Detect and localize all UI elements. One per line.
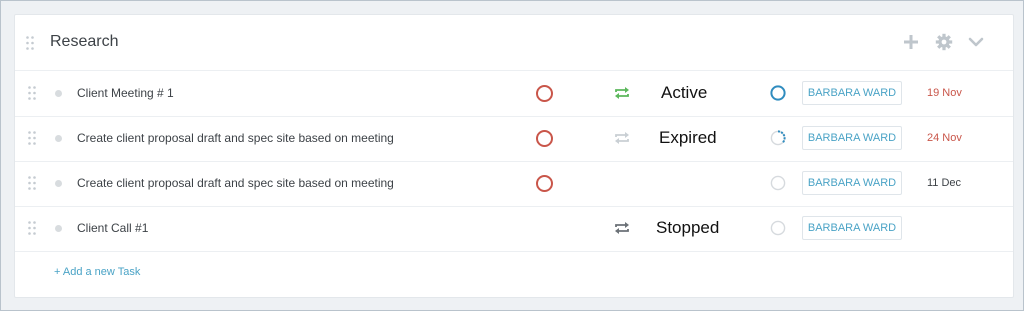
repeat-active-icon[interactable] — [613, 86, 631, 100]
task-status: Active — [661, 83, 708, 102]
assignee-badge[interactable]: BARBARA WARD — [802, 171, 902, 195]
plus-icon[interactable] — [902, 33, 920, 51]
priority-circle-icon[interactable] — [536, 130, 553, 147]
list-header: Research — [15, 15, 1013, 71]
task-name[interactable]: Create client proposal draft and spec si… — [77, 176, 394, 190]
task-row[interactable]: Client Meeting # 1 Active BARBARA WARD 1… — [15, 71, 1013, 117]
task-list-panel: Research Client Meeting # 1 Active BARBA… — [14, 14, 1014, 298]
drag-handle-icon[interactable] — [28, 176, 36, 190]
due-date[interactable]: 11 Dec — [927, 177, 961, 189]
assignee-badge[interactable]: BARBARA WARD — [802, 81, 902, 105]
task-bullet — [55, 90, 62, 97]
window-frame: Research Client Meeting # 1 Active BARBA… — [0, 0, 1024, 311]
due-date[interactable]: 19 Nov — [927, 87, 962, 99]
task-name[interactable]: Client Call #1 — [77, 221, 148, 235]
progress-empty-icon[interactable] — [769, 219, 787, 237]
task-status: Expired — [659, 128, 717, 147]
progress-ring-icon[interactable] — [769, 84, 787, 102]
repeat-inactive-icon[interactable] — [613, 131, 631, 145]
assignee-badge[interactable]: BARBARA WARD — [802, 126, 902, 150]
task-name[interactable]: Client Meeting # 1 — [77, 86, 174, 100]
due-date[interactable]: 24 Nov — [927, 132, 962, 144]
chevron-down-icon[interactable] — [967, 33, 985, 51]
task-row[interactable]: Client Call #1 Stopped BARBARA WARD — [15, 206, 1013, 252]
task-bullet — [55, 225, 62, 232]
progress-empty-icon[interactable] — [769, 174, 787, 192]
task-row[interactable]: Create client proposal draft and spec si… — [15, 116, 1013, 162]
priority-circle-icon[interactable] — [536, 85, 553, 102]
task-row[interactable]: Create client proposal draft and spec si… — [15, 161, 1013, 207]
drag-handle-icon[interactable] — [28, 131, 36, 145]
priority-circle-icon[interactable] — [536, 175, 553, 192]
progress-partial-icon[interactable] — [769, 129, 787, 147]
drag-handle-icon[interactable] — [28, 86, 36, 100]
assignee-badge[interactable]: BARBARA WARD — [802, 216, 902, 240]
gear-icon[interactable] — [935, 33, 953, 51]
task-status: Stopped — [656, 218, 720, 237]
drag-handle-icon[interactable] — [26, 36, 34, 50]
task-bullet — [55, 180, 62, 187]
task-name[interactable]: Create client proposal draft and spec si… — [77, 131, 394, 145]
drag-handle-icon[interactable] — [28, 221, 36, 235]
task-bullet — [55, 135, 62, 142]
list-title: Research — [50, 33, 119, 50]
repeat-stopped-icon[interactable] — [613, 221, 631, 235]
add-task-link[interactable]: + Add a new Task — [54, 266, 140, 278]
